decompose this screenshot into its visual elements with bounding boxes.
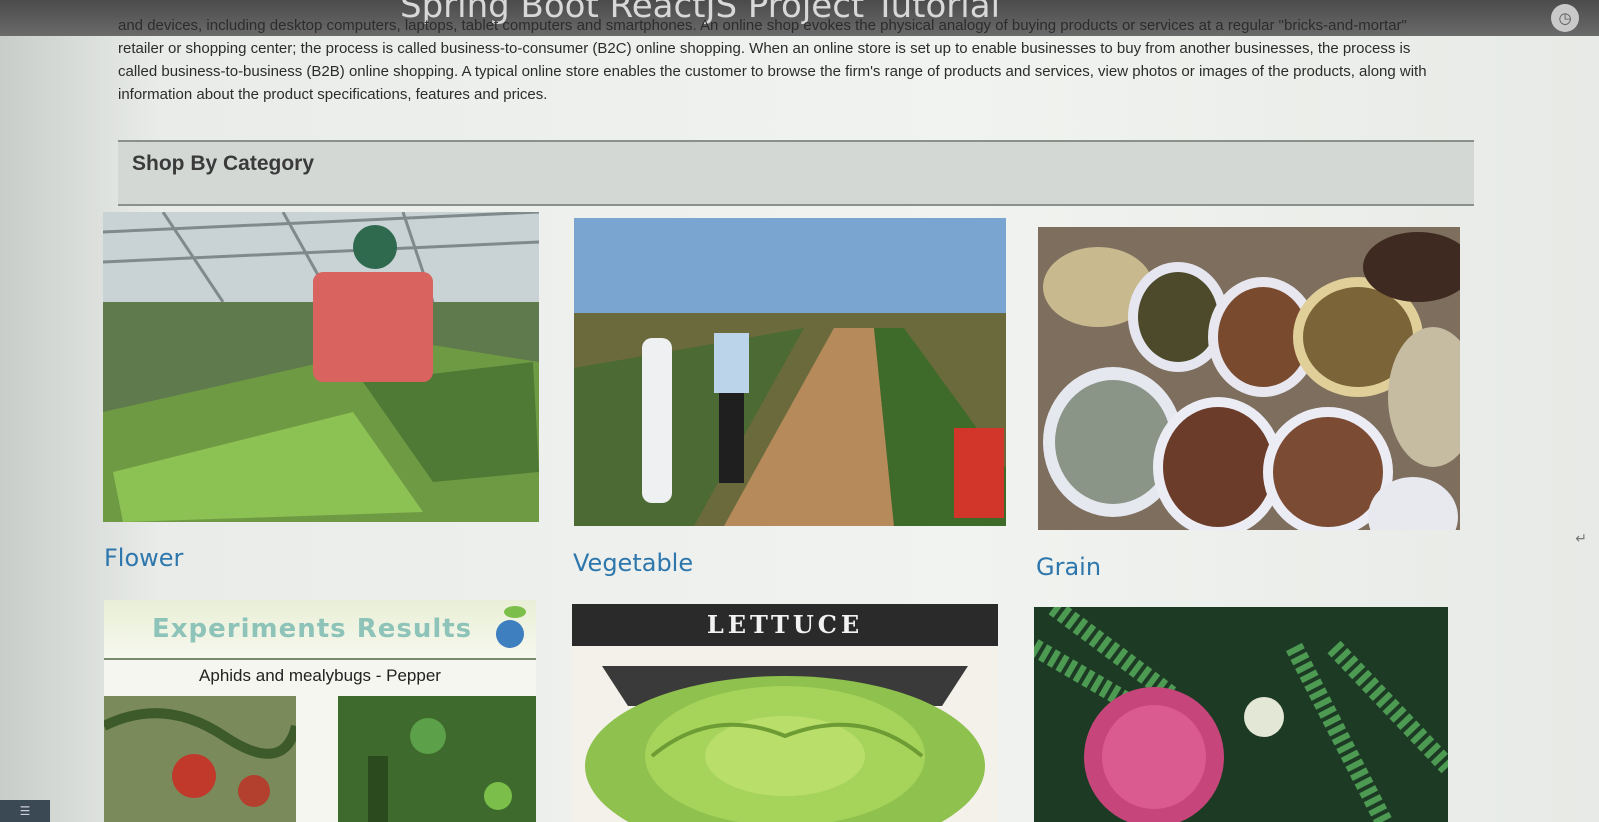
pepper-photo-right	[338, 696, 536, 822]
category-image-flower[interactable]	[103, 212, 539, 522]
pepper-photo-left	[104, 696, 296, 822]
intro-paragraph: and devices, including desktop computers…	[118, 17, 1427, 103]
mouse-cursor-icon: ↵	[1575, 531, 1587, 547]
leaf-globe-icon	[496, 606, 526, 648]
experiments-title: Experiments Results	[152, 614, 473, 644]
card-mimosa[interactable]	[1034, 607, 1448, 822]
clock-icon[interactable]: ◷	[1551, 4, 1579, 32]
category-label-vegetable[interactable]: Vegetable	[573, 549, 693, 577]
card-lettuce[interactable]: LETTUCE	[572, 604, 998, 822]
category-image-vegetable[interactable]	[574, 218, 1006, 526]
lettuce-title: LETTUCE	[706, 610, 864, 639]
category-image-grain[interactable]	[1038, 227, 1460, 530]
card-experiments-results[interactable]: Experiments Results Aphids and mealybugs…	[104, 600, 536, 822]
section-header: Shop By Category	[118, 140, 1474, 206]
category-label-grain[interactable]: Grain	[1036, 553, 1101, 581]
lettuce-illustration	[572, 646, 998, 822]
mimosa-photo	[1034, 607, 1448, 822]
taskbar-icon[interactable]: ☰	[0, 800, 50, 822]
experiments-subtitle: Aphids and mealybugs - Pepper	[199, 666, 441, 685]
category-label-flower[interactable]: Flower	[104, 544, 183, 572]
section-title: Shop By Category	[132, 152, 315, 175]
